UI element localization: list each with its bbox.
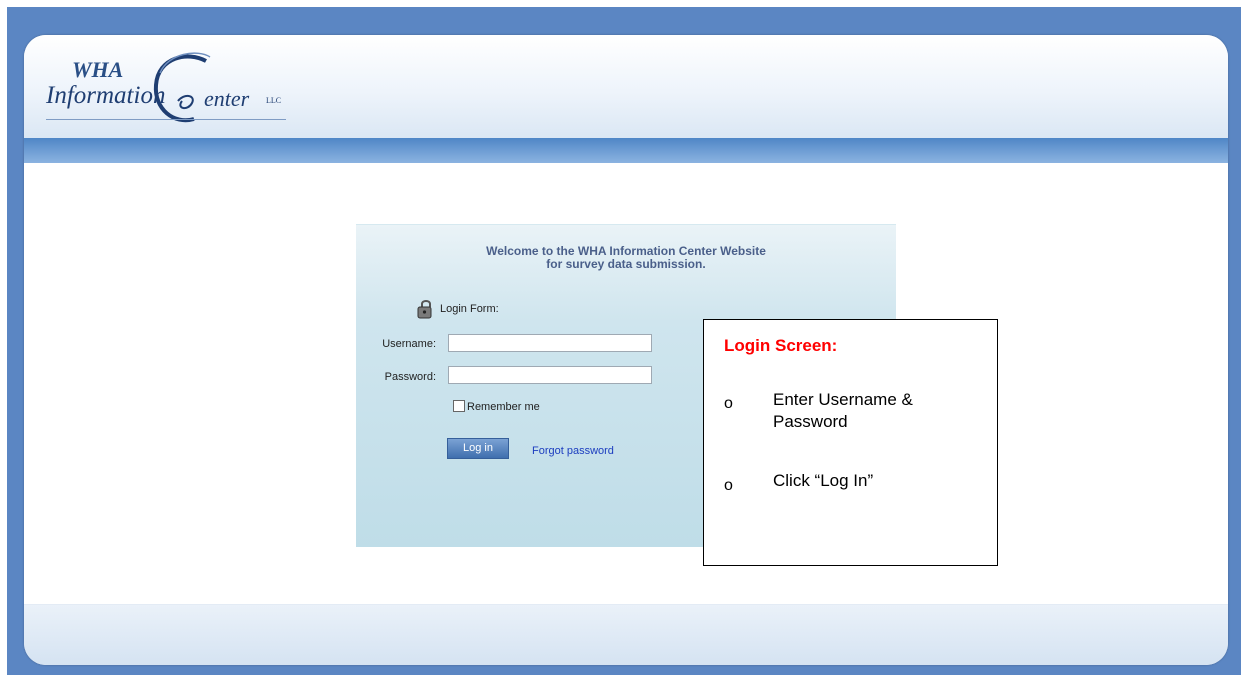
welcome-line-2: for survey data submission. — [546, 257, 706, 271]
callout-step-1: Enter Username & — [773, 390, 913, 409]
footer — [24, 604, 1228, 665]
remember-me[interactable]: Remember me — [453, 400, 540, 413]
instruction-callout: Login Screen: o Enter Username & Passwor… — [703, 319, 998, 566]
username-field[interactable] — [448, 334, 652, 352]
callout-bullet-2: o — [724, 477, 733, 494]
callout-title: Login Screen: — [724, 336, 838, 355]
password-label: Password: — [384, 371, 436, 383]
logo-wha-text: WHA — [72, 57, 124, 82]
remember-me-label: Remember me — [467, 401, 540, 413]
logo-underline — [46, 119, 286, 120]
nav-bar — [24, 138, 1228, 163]
lock-icon — [417, 300, 432, 319]
remember-me-checkbox[interactable] — [453, 400, 465, 412]
forgot-password-link[interactable]: Forgot password — [532, 445, 614, 457]
logo-llc-text: LLC — [266, 96, 282, 105]
logo-enter-text: enter — [204, 86, 250, 111]
callout-step-2: Click “Log In” — [773, 471, 874, 490]
welcome-message: Welcome to the WHA Information Center We… — [356, 245, 896, 271]
wha-logo[interactable]: WHA Information enter LLC — [44, 49, 304, 127]
password-field[interactable] — [448, 366, 652, 384]
page-card: WHA Information enter LLC Welcome to the… — [24, 35, 1228, 665]
callout-bullet-1: o — [724, 395, 733, 412]
login-form-title: Login Form: — [440, 303, 499, 315]
background-frame: WHA Information enter LLC Welcome to the… — [7, 7, 1241, 675]
login-button[interactable]: Log in — [447, 438, 509, 459]
callout-step-1-cont: Password — [773, 412, 848, 431]
header: WHA Information enter LLC — [24, 35, 1228, 139]
username-label: Username: — [382, 338, 436, 350]
